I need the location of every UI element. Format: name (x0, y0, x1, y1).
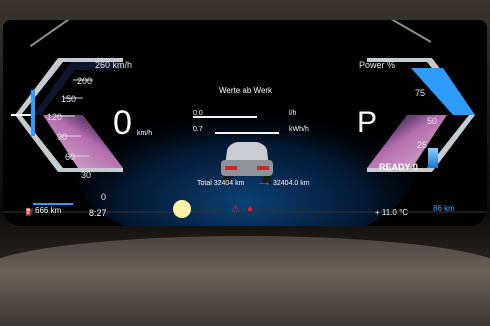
speed-tick: 120 (47, 112, 63, 122)
trip-arrow-icon: ⟶ (259, 181, 270, 188)
clock: 8:27 (89, 208, 107, 218)
instrument-cluster-screen: 260 km/h 200 150 120 90 60 30 0 0 km/h W… (3, 20, 487, 226)
speed-tick: 0 (101, 192, 107, 202)
ready-label: READY 0 (379, 162, 418, 172)
indicator-light-icon (173, 200, 191, 218)
speed-tick: 90 (57, 132, 68, 142)
speed-value: 0 (113, 104, 132, 142)
speed-max-label: 260 km/h (95, 60, 133, 70)
power-label: Power % (359, 60, 396, 70)
seatbelt-icon: ● (247, 204, 254, 215)
consumption-row1-unit: l/h (289, 110, 297, 117)
cluster-graphics (3, 20, 487, 226)
speed-tick: 30 (81, 170, 92, 180)
consumption-row2-value: 0.7 (193, 126, 203, 133)
speed-tick: 150 (61, 94, 77, 104)
speed-unit: km/h (137, 130, 153, 137)
speed-tick: 200 (77, 76, 93, 86)
consumption-row2-unit: kWh/h (289, 126, 309, 133)
electric-range: 86 km (433, 204, 455, 213)
power-tick: 50 (427, 116, 438, 126)
total-odometer: Total 32404 km (197, 180, 245, 187)
range-icon: ⛽ (25, 209, 34, 216)
power-tick: 75 (415, 88, 426, 98)
dashboard-trim (0, 236, 490, 326)
outside-temperature: + 11.0 °C (375, 208, 409, 217)
power-tick: 25 (417, 140, 428, 150)
consumption-row1-value: 0.0 (193, 110, 203, 117)
fuel-range: 666 km (35, 206, 62, 215)
trip-odometer: 32404.0 km (273, 180, 310, 187)
gear-indicator: P (357, 106, 378, 139)
speed-tick: 60 (65, 152, 76, 162)
parking-brake-icon: ⚠ (231, 204, 240, 215)
consumption-bar-2 (215, 132, 279, 134)
mode-title: Werte ab Werk (219, 86, 273, 95)
